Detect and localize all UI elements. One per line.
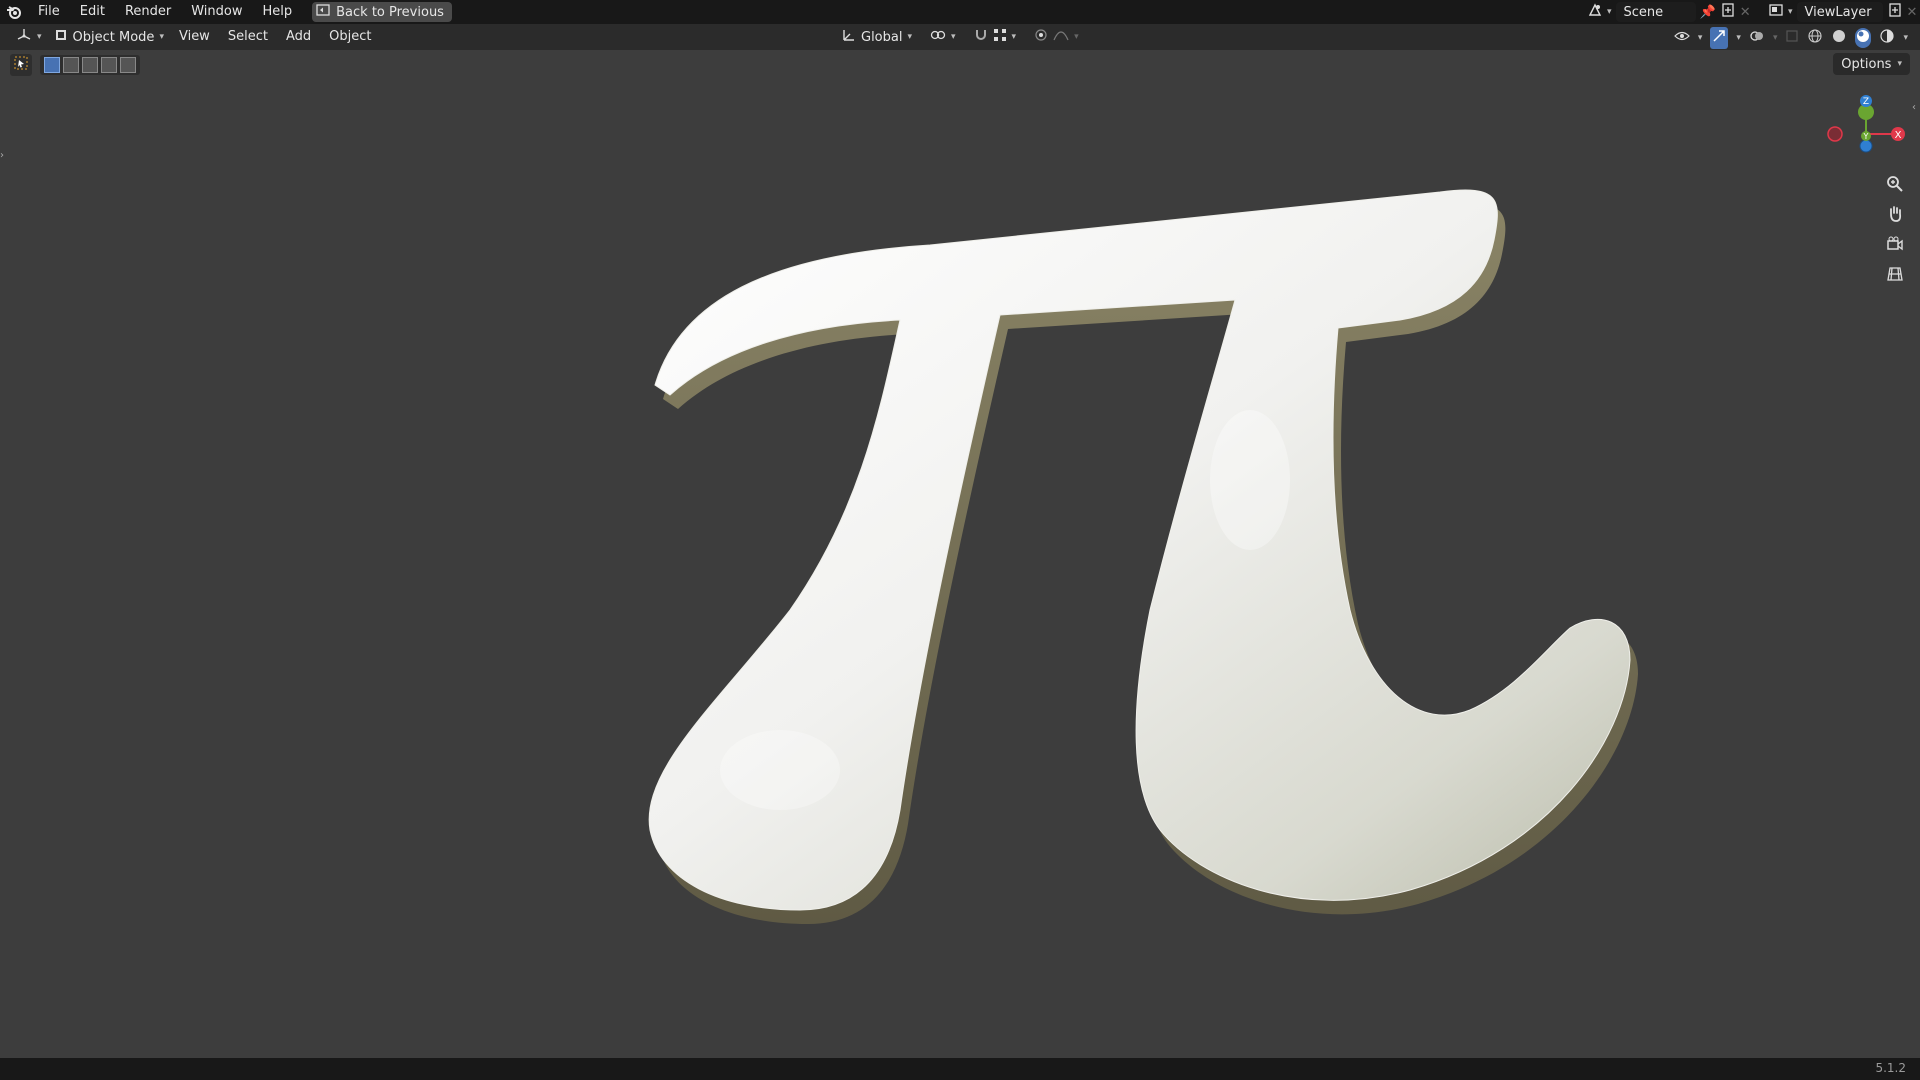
shading-wireframe-icon[interactable] — [1807, 28, 1823, 48]
header-menu-object[interactable]: Object — [320, 24, 380, 50]
shading-rendered-icon[interactable] — [1879, 28, 1895, 48]
menu-file[interactable]: File — [28, 0, 70, 24]
orientation-icon — [842, 28, 856, 46]
blender-logo-icon[interactable] — [0, 0, 28, 24]
back-to-previous-button[interactable]: Back to Previous — [312, 2, 452, 22]
chevron-down-icon: ▾ — [1897, 59, 1902, 69]
sidebar-expand-arrow-icon[interactable]: ‹ — [1912, 102, 1920, 116]
mode-label: Object Mode — [72, 29, 155, 45]
header-menu-select[interactable]: Select — [219, 24, 277, 50]
toolbar-expand-arrow-icon[interactable]: › — [0, 150, 8, 164]
neg-z-axis-handle[interactable] — [1859, 139, 1873, 153]
back-screen-icon — [316, 4, 330, 20]
pivot-selector[interactable]: ▾ — [924, 26, 962, 48]
snap-controls[interactable]: ▾ — [968, 26, 1023, 48]
pi-symbol-object[interactable] — [0, 50, 1920, 1058]
select-new-icon[interactable] — [44, 57, 60, 73]
pan-button[interactable] — [1882, 203, 1908, 229]
chevron-down-icon: ▾ — [1011, 32, 1017, 42]
transform-controls: Global ▾ ▾ ▾ ▾ — [836, 26, 1085, 48]
select-extend-icon[interactable] — [63, 57, 79, 73]
chevron-down-icon: ▾ — [1074, 32, 1079, 42]
3d-viewport[interactable]: Options ▾ › ‹ Z Y X — [0, 50, 1920, 1058]
gizmo-toggle-icon[interactable] — [1710, 27, 1729, 49]
y-axis-label: Y — [1863, 132, 1869, 141]
orientation-selector[interactable]: Global ▾ — [836, 26, 918, 48]
navigation-gizmo[interactable]: Z Y X — [1820, 90, 1910, 170]
select-subtract-icon[interactable] — [82, 57, 98, 73]
select-invert-icon[interactable] — [101, 57, 117, 73]
chevron-down-icon: ▾ — [1772, 33, 1778, 43]
chevron-down-icon: ▾ — [1788, 7, 1793, 17]
zoom-button[interactable] — [1882, 173, 1908, 199]
falloff-curve-icon[interactable] — [1053, 28, 1069, 46]
x-axis-label: X — [1895, 130, 1902, 141]
pin-icon[interactable]: 📌 — [1700, 5, 1716, 20]
shading-solid-icon[interactable] — [1831, 28, 1847, 48]
cursor-arrow-icon — [14, 56, 28, 74]
tool-settings-row — [10, 54, 140, 76]
neg-x-axis-handle[interactable] — [1827, 126, 1843, 142]
viewport-display-controls: ▾ ▾ ▾ ▾ — [1674, 27, 1908, 49]
header-menu-view[interactable]: View — [170, 24, 219, 50]
back-to-previous-label: Back to Previous — [336, 4, 444, 20]
view-layer-icon — [1768, 2, 1784, 22]
menu-help[interactable]: Help — [253, 0, 303, 24]
editor-type-selector[interactable]: ▾ — [10, 26, 48, 48]
view-layer-selector[interactable]: ▾ ViewLayer ✕ — [1768, 2, 1917, 22]
chevron-down-icon: ▾ — [1736, 33, 1741, 43]
status-bar: 5.1.2 — [0, 1058, 1920, 1080]
hand-icon — [1886, 205, 1904, 227]
3d-viewport-icon — [16, 27, 32, 47]
select-tool-button[interactable] — [10, 54, 32, 76]
camera-view-button[interactable] — [1882, 233, 1908, 259]
viewport-header: ▾ Object Mode ▾ View Select Add Object G… — [0, 24, 1920, 50]
scene-icon — [1587, 2, 1603, 22]
visibility-selector-icon[interactable] — [1674, 29, 1690, 47]
orientation-label: Global — [861, 29, 903, 45]
top-menu-bar: File Edit Render Window Help Back to Pre… — [0, 0, 1920, 24]
grid-perspective-icon — [1886, 265, 1904, 287]
object-mode-icon — [54, 28, 68, 46]
menu-edit[interactable]: Edit — [70, 0, 115, 24]
options-label: Options — [1841, 56, 1892, 72]
select-intersect-icon[interactable] — [120, 57, 136, 73]
chevron-down-icon: ▾ — [159, 32, 164, 42]
xray-toggle-icon[interactable] — [1785, 29, 1799, 47]
pivot-link-icon — [930, 28, 946, 46]
chevron-down-icon: ▾ — [1903, 33, 1908, 43]
version-label: 5.1.2 — [1875, 1061, 1906, 1075]
chevron-down-icon: ▾ — [907, 32, 913, 42]
snap-magnet-icon[interactable] — [974, 28, 988, 46]
chevron-down-icon: ▾ — [1607, 7, 1612, 17]
selection-mode-group — [40, 55, 140, 75]
perspective-toggle-button[interactable] — [1882, 263, 1908, 289]
view-layer-name-field[interactable]: ViewLayer — [1796, 2, 1883, 22]
zoom-magnifier-icon — [1886, 175, 1904, 197]
menu-window[interactable]: Window — [181, 0, 252, 24]
scene-selector[interactable]: ▾ Scene 📌 ✕ — [1587, 2, 1751, 22]
close-scene-icon[interactable]: ✕ — [1740, 5, 1751, 20]
overlay-toggle-icon[interactable] — [1749, 28, 1765, 48]
proportional-edit-controls[interactable]: ▾ — [1028, 26, 1085, 48]
chevron-down-icon: ▾ — [1697, 33, 1703, 43]
new-view-layer-icon[interactable] — [1887, 2, 1903, 22]
snap-grid-icon[interactable] — [993, 28, 1007, 46]
chevron-down-icon: ▾ — [951, 32, 956, 42]
chevron-down-icon: ▾ — [37, 32, 42, 42]
scene-name-field[interactable]: Scene — [1615, 2, 1696, 22]
camera-icon — [1886, 235, 1904, 257]
shading-material-icon[interactable] — [1855, 28, 1872, 48]
options-dropdown[interactable]: Options ▾ — [1833, 53, 1910, 75]
mode-selector[interactable]: Object Mode ▾ — [48, 26, 170, 48]
proportional-edit-icon[interactable] — [1034, 28, 1048, 46]
menu-render[interactable]: Render — [115, 0, 181, 24]
header-menu-add[interactable]: Add — [277, 24, 320, 50]
close-view-layer-icon[interactable]: ✕ — [1907, 5, 1918, 20]
new-scene-icon[interactable] — [1720, 2, 1736, 22]
z-axis-label: Z — [1863, 97, 1869, 107]
